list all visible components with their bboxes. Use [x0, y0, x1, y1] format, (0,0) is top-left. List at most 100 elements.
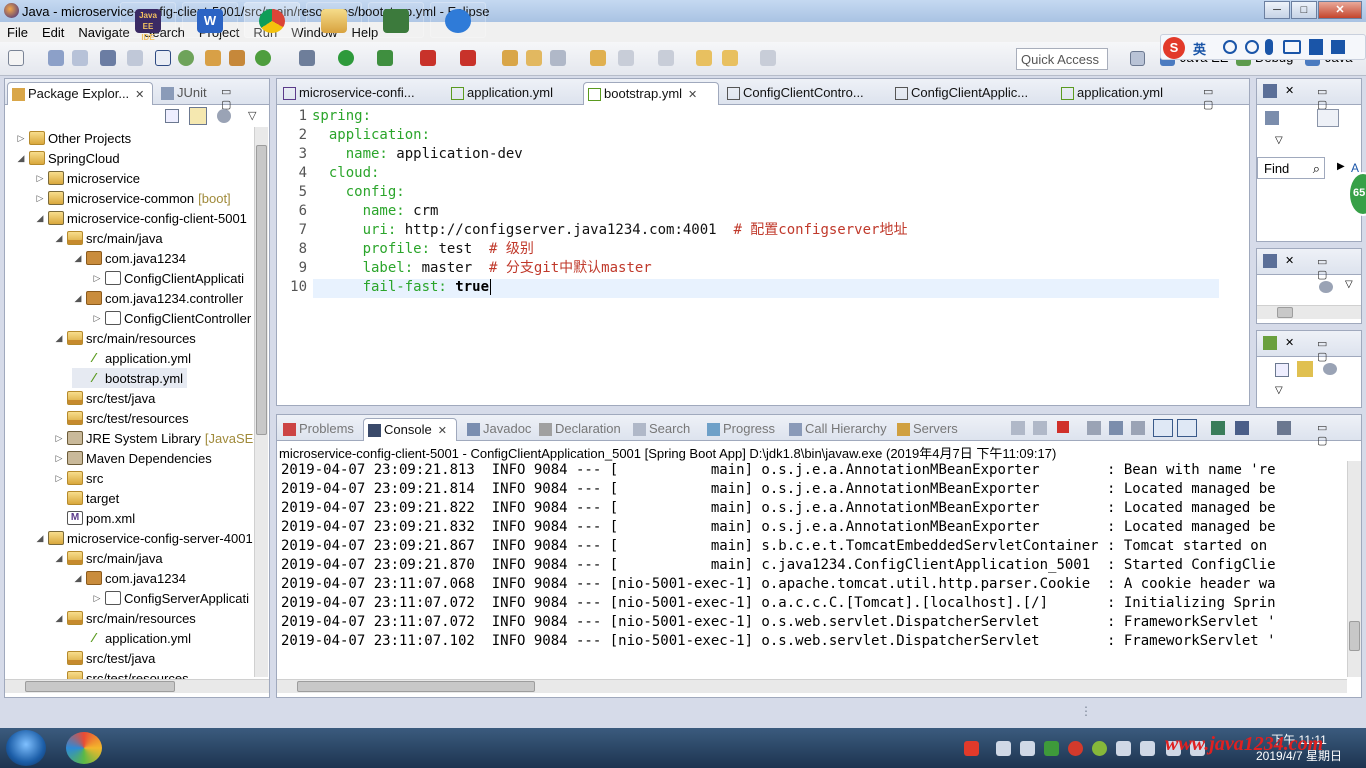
collapse-all-icon[interactable] — [165, 109, 179, 123]
tree-item[interactable]: ◢ src/main/java — [53, 228, 163, 248]
antivirus-tray-icon[interactable] — [1068, 741, 1083, 756]
console-tab[interactable]: Problems — [279, 418, 361, 441]
back-icon[interactable] — [722, 50, 738, 66]
maximize-button[interactable]: □ — [1291, 1, 1317, 19]
tree-item[interactable]: ◢ src/main/resources — [53, 608, 196, 628]
remove-all-icon[interactable] — [1033, 421, 1047, 435]
display-console-icon[interactable] — [1235, 421, 1249, 435]
forward-icon[interactable] — [760, 50, 776, 66]
link-icon[interactable] — [127, 50, 143, 66]
tree-item[interactable]: ▷ microservice-common [boot] — [34, 188, 231, 208]
refresh-icon[interactable] — [255, 50, 271, 66]
view-menu-chevron-icon[interactable]: ▽ — [248, 109, 256, 122]
expand-toggle-icon[interactable]: ▷ — [91, 593, 103, 604]
expand-toggle-icon[interactable]: ▷ — [34, 193, 46, 204]
find-input[interactable]: Find ⌕ — [1257, 157, 1325, 179]
ime-keyboard-icon[interactable] — [1283, 40, 1301, 54]
menu-file[interactable]: File — [0, 25, 35, 40]
tree-item[interactable]: target — [53, 488, 119, 508]
sort-icon[interactable] — [1297, 361, 1313, 377]
hierarchy-horizontal-scrollbar[interactable] — [1257, 305, 1361, 319]
new-icon[interactable] — [8, 50, 24, 66]
quick-access-input[interactable]: Quick Access — [1016, 48, 1108, 70]
outline-icon[interactable] — [1263, 336, 1277, 350]
minimize-button[interactable]: ─ — [1264, 1, 1290, 19]
tree-item[interactable]: ⁄ application.yml — [72, 628, 191, 648]
start-button[interactable] — [6, 730, 46, 766]
code-line[interactable]: label: master # 分支git中默认master — [312, 259, 652, 278]
code-line[interactable]: name: crm — [312, 202, 439, 221]
tree-item[interactable]: ◢ src/main/resources — [53, 328, 196, 348]
taskbar-explorer[interactable] — [306, 2, 362, 38]
tree-item[interactable]: ▷ JRE System Library [JavaSE-1 — [53, 428, 265, 448]
clear-console-icon[interactable] — [1087, 421, 1101, 435]
save-all-icon[interactable] — [72, 50, 88, 66]
ime-emoji-icon[interactable] — [1245, 40, 1259, 54]
editor-vertical-scrollbar[interactable] — [1221, 107, 1235, 387]
package-icon[interactable] — [229, 50, 245, 66]
expand-toggle-icon[interactable]: ▷ — [34, 173, 46, 184]
view-menu-gear-icon[interactable] — [217, 109, 231, 123]
folder-icon[interactable] — [590, 50, 606, 66]
tree-item[interactable]: src/test/java — [53, 648, 155, 668]
close-tab-icon[interactable]: ✕ — [688, 89, 697, 101]
open-console-icon[interactable] — [1277, 421, 1291, 435]
console-tab[interactable]: Console ✕ — [363, 418, 457, 441]
ime-language-icon[interactable]: 英 — [1193, 39, 1206, 58]
console-tab[interactable]: Call Hierarchy — [785, 418, 891, 441]
globe-icon[interactable] — [178, 50, 194, 66]
console-tab[interactable]: Servers — [893, 418, 963, 441]
close-tab-icon[interactable]: ✕ — [438, 425, 447, 437]
expand-toggle-icon[interactable]: ▷ — [53, 453, 65, 464]
tree-item[interactable]: Mpom.xml — [53, 508, 135, 528]
search-tool-icon[interactable] — [550, 50, 566, 66]
debug-gear-icon[interactable] — [299, 50, 315, 66]
tab-junit[interactable]: JUnit — [157, 82, 215, 105]
ime-tools-icon[interactable] — [1331, 40, 1345, 54]
new-task-icon[interactable] — [1265, 111, 1279, 125]
expand-toggle-icon[interactable]: ▷ — [15, 133, 27, 144]
find-next-icon[interactable]: ▶ — [1337, 161, 1345, 172]
tree-item[interactable]: ⁄ application.yml — [72, 348, 191, 368]
outline-minmax-icons[interactable]: ▭ ▢ — [1317, 85, 1361, 111]
hierarchy-icon[interactable] — [1263, 254, 1277, 268]
menu-edit[interactable]: Edit — [35, 25, 71, 40]
expand-toggle-icon[interactable]: ◢ — [34, 533, 46, 544]
tree-item[interactable]: ◢ microservice-config-client-5001 — [34, 208, 247, 228]
next-annotation-icon[interactable] — [658, 50, 674, 66]
console-tab[interactable]: Declaration — [535, 418, 627, 441]
sogou-ime-icon[interactable]: S — [1163, 37, 1185, 59]
scroll-lock-icon[interactable] — [1109, 421, 1123, 435]
console-output[interactable]: 2019-04-07 23:09:21.813 INFO 9084 --- [ … — [277, 461, 1345, 677]
sogou-tray-icon[interactable] — [964, 741, 979, 756]
tree-item[interactable]: ▷ ConfigServerApplicati — [91, 588, 249, 608]
tree-item[interactable]: ◢ SpringCloud — [15, 148, 120, 168]
tree-item[interactable]: ▷ Other Projects — [15, 128, 132, 148]
show-stderr-icon[interactable] — [1177, 419, 1197, 437]
console-minmax-icons[interactable]: ▭ ▢ — [1317, 421, 1361, 447]
editor-horizontal-scrollbar[interactable] — [313, 389, 1223, 403]
editor-tab[interactable]: ConfigClientContro... — [723, 82, 887, 105]
task-list-icon[interactable] — [1263, 84, 1277, 98]
tree-item[interactable]: ▷ ConfigClientApplicati — [91, 268, 244, 288]
cloud-tray-icon[interactable] — [996, 741, 1011, 756]
run-icon[interactable] — [338, 50, 354, 66]
tree-item[interactable]: ▷ microservice — [34, 168, 140, 188]
save-icon[interactable] — [48, 50, 64, 66]
code-line[interactable]: config: — [312, 183, 405, 202]
tree-item[interactable]: src/test/resources — [53, 408, 189, 428]
code-line[interactable]: profile: test # 级别 — [312, 240, 534, 259]
expand-toggle-icon[interactable]: ◢ — [53, 233, 65, 244]
close-tab-icon[interactable]: ✕ — [1285, 254, 1294, 267]
external-tools-icon[interactable] — [460, 50, 476, 66]
ime-toolbar[interactable]: S 英 — [1160, 34, 1366, 60]
tree-item[interactable]: ▷ Maven Dependencies — [53, 448, 212, 468]
code-line[interactable]: cloud: — [312, 164, 380, 183]
taskbar-notepad[interactable] — [368, 2, 424, 38]
hierarchy-minmax-icons[interactable]: ▭ ▢ — [1317, 255, 1361, 281]
open-perspective-icon[interactable] — [1130, 51, 1145, 66]
console-vertical-scrollbar[interactable] — [1347, 461, 1361, 677]
close-button[interactable]: ✕ — [1318, 1, 1362, 19]
expand-toggle-icon[interactable]: ◢ — [53, 333, 65, 344]
tree-item[interactable]: src/test/java — [53, 388, 155, 408]
